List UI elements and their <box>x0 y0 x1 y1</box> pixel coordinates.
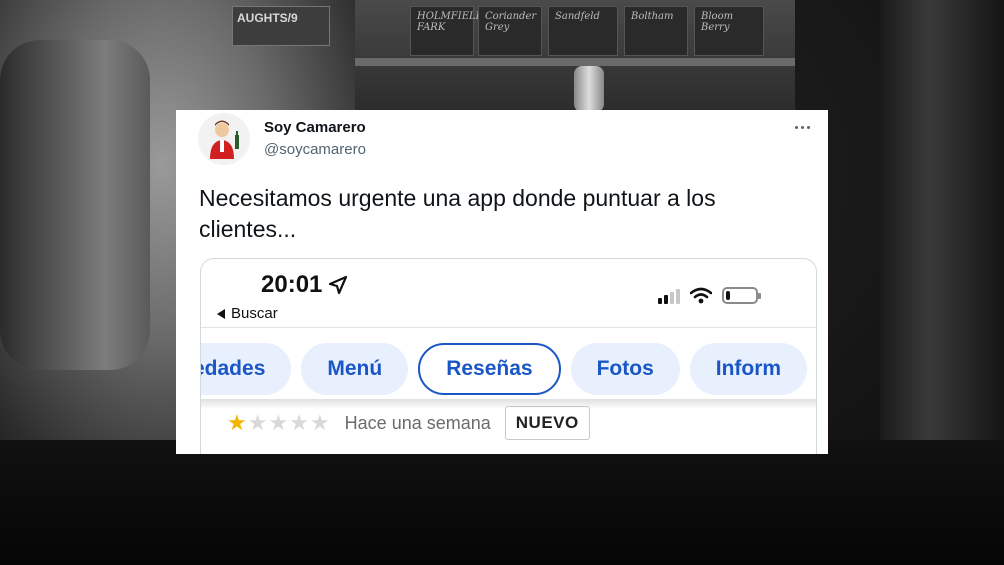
divider <box>201 327 816 328</box>
bar-shelf <box>355 58 795 66</box>
back-arrow-icon <box>217 308 225 319</box>
tweet-card: Soy Camarero @soycamarero Necesitamos ur… <box>176 110 828 454</box>
tab-resenas[interactable]: Reseñas <box>418 343 561 395</box>
place-tabs: edades Menú Reseñas Fotos Inform <box>201 343 808 395</box>
more-horizontal-icon[interactable] <box>788 116 816 138</box>
avatar[interactable] <box>198 113 250 165</box>
chalkboard: Coriander Grey <box>478 6 542 56</box>
review-time: Hace una semana <box>344 412 491 433</box>
star-icon: ★ <box>268 410 290 435</box>
tab-fotos[interactable]: Fotos <box>570 343 680 395</box>
bar-column <box>880 0 1004 440</box>
author-name[interactable]: Soy Camarero <box>264 119 366 136</box>
cellular-signal-icon <box>658 289 680 304</box>
star-icon: ★ <box>227 410 248 435</box>
chalkboard: HOLMFIELD FARK <box>410 6 484 56</box>
waiter-arm <box>0 40 150 370</box>
star-icon: ★ <box>247 410 269 435</box>
star-icon: ★ <box>289 410 310 435</box>
wifi-icon <box>690 287 712 304</box>
star-icon: ★ <box>309 410 331 435</box>
bar-sign: AUGHTS/9 <box>232 6 330 46</box>
tab-novedades[interactable]: edades <box>201 343 292 395</box>
chalkboard: Boltham <box>624 6 688 56</box>
embedded-screenshot[interactable]: 20:01 Buscar edades Menú Reseñas Fotos I… <box>200 258 817 454</box>
chalkboard: Sandfeld <box>548 6 618 56</box>
chalkboard: Bloom Berry <box>694 6 764 56</box>
bar-counter <box>0 440 1004 565</box>
location-arrow-icon <box>329 275 348 295</box>
status-icons <box>658 287 761 304</box>
back-to-search-link[interactable]: Buscar <box>217 305 278 322</box>
battery-icon <box>722 287 761 304</box>
new-badge: NUEVO <box>504 406 590 440</box>
tweet-text: Necesitamos urgente una app donde puntua… <box>199 185 716 242</box>
star-rating: ★ ★ ★ ★ ★ <box>227 410 331 436</box>
bar-post <box>574 66 604 112</box>
status-time: 20:01 <box>261 271 348 299</box>
author-handle[interactable]: @soycamarero <box>264 141 366 158</box>
tab-informacion[interactable]: Inform <box>689 343 808 395</box>
review-row: ★ ★ ★ ★ ★ Hace una semana NUEVO <box>227 406 590 440</box>
tab-menu[interactable]: Menú <box>301 343 409 395</box>
